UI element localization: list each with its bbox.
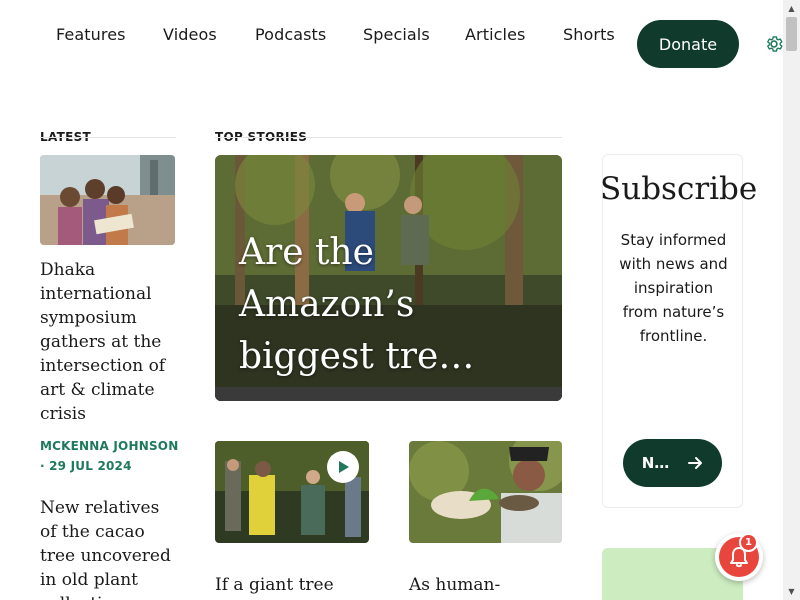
nav-item-videos[interactable]: Videos [163,25,217,44]
subscribe-panel: Subscribe Stay informed with news and in… [600,154,757,508]
subscribe-title: Subscribe [600,171,758,207]
nav-item-podcasts[interactable]: Podcasts [255,25,326,44]
hero-story-card[interactable]: Are the Amazon’s biggest tre… [215,155,562,401]
top-stories-divider [215,137,562,138]
notification-count-badge: 1 [739,533,758,552]
subscribe-description: Stay informed with news and inspiration … [619,231,728,345]
subscribe-button[interactable]: N… [623,439,722,487]
latest-article-title[interactable]: Dhaka international symposium gathers at… [40,258,180,426]
man-with-seedling-image [409,441,562,543]
notification-button[interactable]: 1 [715,533,763,581]
hero-story-title[interactable]: Are the Amazon’s biggest tre… [239,227,559,383]
subscribe-button-label: N… [641,454,670,472]
nav-item-articles[interactable]: Articles [465,25,525,44]
story-card-2-title[interactable]: As human- [409,573,559,597]
scroll-down-arrow-icon[interactable]: ▼ [783,583,800,600]
scroll-up-arrow-icon[interactable]: ▲ [783,0,800,17]
scroll-thumb[interactable] [786,17,797,51]
story-card-2-thumbnail[interactable] [409,441,562,543]
latest-divider [40,137,176,138]
latest-article-byline[interactable]: MCKENNA JOHNSON · 29 JUL 2024 [40,436,180,476]
latest-article-2-title[interactable]: New relatives of the cacao tree uncovere… [40,496,180,600]
play-icon [339,461,349,473]
gear-icon[interactable] [764,34,784,54]
donate-button[interactable]: Donate [637,20,739,68]
story-card-thumbnail[interactable] [215,441,369,543]
hero-bottom-bar [215,387,562,401]
top-navigation: Features Videos Podcasts Specials Articl… [0,0,783,80]
nav-item-features[interactable]: Features [56,25,126,44]
page-scrollbar[interactable]: ▲ ▼ [783,0,800,600]
children-reading-image [40,155,175,245]
nav-item-specials[interactable]: Specials [363,25,430,44]
story-card-title[interactable]: If a giant tree [215,573,365,597]
play-video-button[interactable] [327,451,359,483]
arrow-right-icon [688,457,703,469]
nav-item-shorts[interactable]: Shorts [563,25,615,44]
latest-article-thumbnail[interactable] [40,155,175,245]
